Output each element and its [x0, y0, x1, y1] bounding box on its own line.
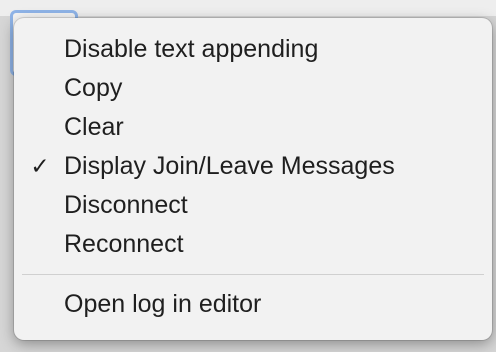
menu-item-label: Copy: [64, 74, 123, 102]
menu-item-label: Open log in editor: [64, 290, 262, 318]
menu-item-disconnect[interactable]: Disconnect: [14, 186, 492, 225]
menu-item-reconnect[interactable]: Reconnect: [14, 225, 492, 264]
menu-item-open-log-in-editor[interactable]: Open log in editor: [14, 285, 492, 324]
menu-item-disable-text-appending[interactable]: Disable text appending: [14, 30, 492, 69]
menu-item-display-join-leave-messages[interactable]: ✓ Display Join/Leave Messages: [14, 147, 492, 186]
menu-item-label: Reconnect: [64, 230, 184, 258]
menu-item-label: Clear: [64, 113, 124, 141]
menu-item-copy[interactable]: Copy: [14, 69, 492, 108]
menu-separator: [22, 274, 484, 275]
menu-item-label: Display Join/Leave Messages: [64, 152, 395, 180]
menu-item-label: Disable text appending: [64, 35, 319, 63]
menu-item-clear[interactable]: Clear: [14, 108, 492, 147]
menu-item-label: Disconnect: [64, 191, 188, 219]
context-menu: Disable text appending Copy Clear ✓ Disp…: [14, 18, 492, 340]
checkmark-icon: ✓: [30, 153, 50, 179]
